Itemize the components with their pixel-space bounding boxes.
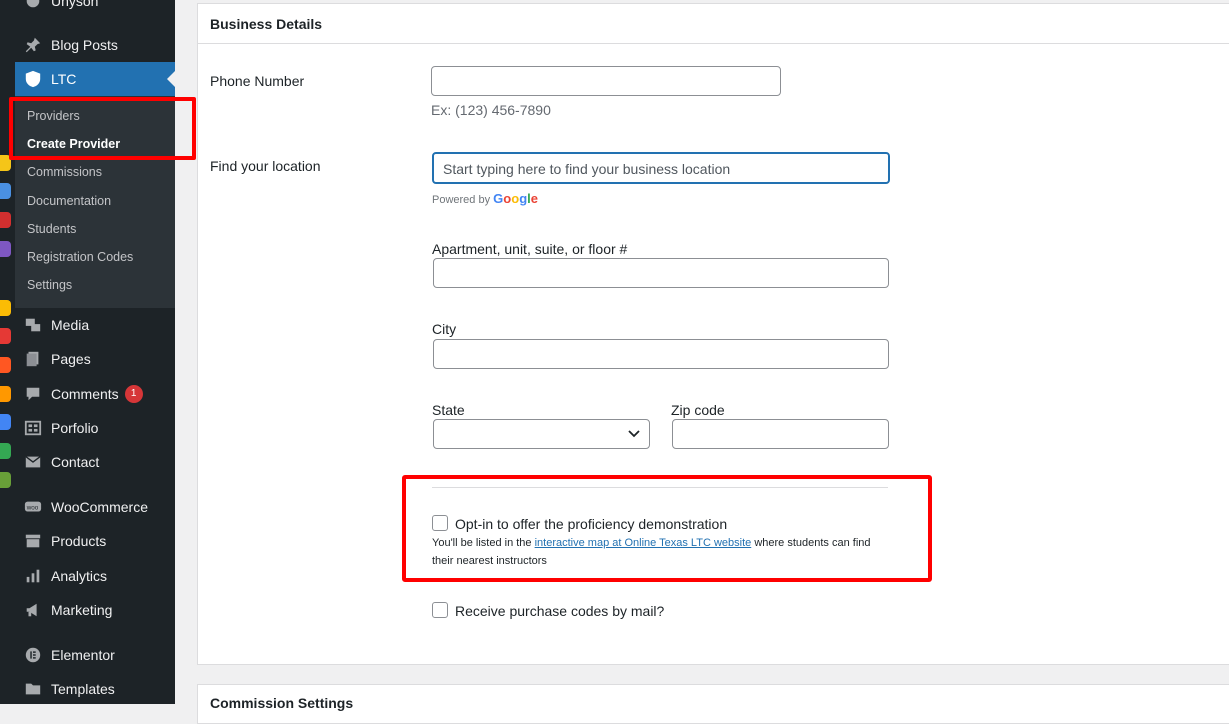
megaphone-icon	[23, 600, 43, 620]
menu-label: Analytics	[51, 568, 108, 584]
mail-codes-label[interactable]: Receive purchase codes by mail?	[455, 603, 664, 619]
pin-icon	[23, 35, 43, 55]
location-label: Find your location	[210, 158, 321, 174]
city-input[interactable]	[433, 339, 889, 369]
dock-app-icon[interactable]	[0, 241, 11, 257]
dock-app-icon[interactable]	[0, 414, 11, 430]
apartment-input[interactable]	[433, 258, 889, 288]
zip-label: Zip code	[671, 402, 725, 418]
comments-count-badge: 1	[124, 385, 143, 403]
menu-item-contact[interactable]: Contact	[15, 445, 175, 479]
menu-label: Blog Posts	[51, 37, 118, 53]
menu-label: Marketing	[51, 602, 113, 618]
menu-label: Contact	[51, 454, 100, 470]
powered-by-google: Powered by Google	[432, 191, 538, 206]
menu-label: Products	[51, 533, 107, 549]
unyson-icon	[23, 0, 43, 11]
location-placeholder: Start typing here to find your business …	[443, 161, 731, 177]
city-label: City	[432, 321, 457, 337]
dock-app-icon[interactable]	[0, 443, 11, 459]
dock-app-icon[interactable]	[0, 357, 11, 373]
chevron-down-icon	[627, 426, 641, 445]
dock-app-icon[interactable]	[0, 183, 11, 199]
dock-app-icon[interactable]	[0, 386, 11, 402]
annotation-highlight-submenu	[9, 97, 196, 160]
woo-icon: woo	[23, 497, 43, 517]
menu-item-unyson[interactable]: Unyson	[15, 0, 175, 18]
elementor-icon	[23, 645, 43, 665]
active-indicator	[167, 71, 175, 87]
dock-app-icon[interactable]	[0, 212, 11, 228]
commission-settings-panel: Commission Settings	[197, 684, 1229, 724]
menu-label: Comments	[51, 386, 119, 402]
menu-item-marketing[interactable]: Marketing	[15, 593, 175, 627]
menu-item-elementor[interactable]: Elementor	[15, 638, 175, 672]
menu-label: Elementor	[51, 647, 115, 663]
submenu-students[interactable]: Students	[27, 222, 76, 236]
annotation-highlight-optin	[402, 475, 932, 582]
submenu-documentation[interactable]: Documentation	[27, 194, 111, 208]
panel-header: Business Details	[198, 4, 1229, 44]
dock-app-icon[interactable]	[0, 300, 11, 316]
submenu-registration-codes[interactable]: Registration Codes	[27, 250, 133, 264]
google-logo: Google	[493, 191, 538, 206]
archive-icon	[23, 531, 43, 551]
bar-chart-icon	[23, 566, 43, 586]
panel-title: Commission Settings	[210, 695, 354, 711]
comment-icon	[23, 384, 43, 404]
menu-label: Pages	[51, 351, 91, 367]
menu-label: LTC	[51, 71, 77, 87]
menu-label: Templates	[51, 681, 115, 697]
menu-item-templates[interactable]: Templates	[15, 672, 175, 706]
menu-item-ltc[interactable]: LTC	[15, 62, 175, 96]
menu-item-products[interactable]: Products	[15, 524, 175, 558]
menu-label: Unyson	[51, 0, 99, 9]
menu-item-woocommerce[interactable]: woo WooCommerce	[15, 490, 175, 524]
mail-codes-checkbox[interactable]	[432, 602, 448, 618]
state-select[interactable]	[433, 419, 650, 449]
pages-icon	[23, 349, 43, 369]
dock-app-icon[interactable]	[0, 328, 11, 344]
menu-item-media[interactable]: Media	[15, 308, 175, 342]
state-label: State	[432, 402, 465, 418]
powered-by-text: Powered by	[432, 194, 491, 206]
phone-input[interactable]	[431, 66, 781, 96]
folder-icon	[23, 679, 43, 699]
dock-app-icon[interactable]	[0, 472, 11, 488]
menu-item-comments[interactable]: Comments 1	[15, 377, 175, 411]
grid-icon	[23, 418, 43, 438]
menu-item-analytics[interactable]: Analytics	[15, 559, 175, 593]
menu-item-pages[interactable]: Pages	[15, 342, 175, 376]
menu-item-porfolio[interactable]: Porfolio	[15, 411, 175, 445]
phone-hint: Ex: (123) 456-7890	[431, 102, 551, 118]
zip-input[interactable]	[672, 419, 889, 449]
panel-title: Business Details	[210, 16, 323, 32]
shield-icon	[23, 69, 43, 89]
submenu-settings[interactable]: Settings	[27, 278, 72, 292]
menu-item-blog-posts[interactable]: Blog Posts	[15, 28, 175, 62]
submenu-commissions[interactable]: Commissions	[27, 165, 102, 179]
apartment-label: Apartment, unit, suite, or floor #	[432, 241, 628, 257]
svg-text:woo: woo	[26, 505, 39, 512]
media-icon	[23, 315, 43, 335]
phone-label: Phone Number	[210, 73, 305, 89]
mail-icon	[23, 452, 43, 472]
menu-label: Porfolio	[51, 420, 99, 436]
location-search-input[interactable]: Start typing here to find your business …	[432, 152, 890, 184]
menu-label: Media	[51, 317, 90, 333]
menu-label: WooCommerce	[51, 499, 148, 515]
